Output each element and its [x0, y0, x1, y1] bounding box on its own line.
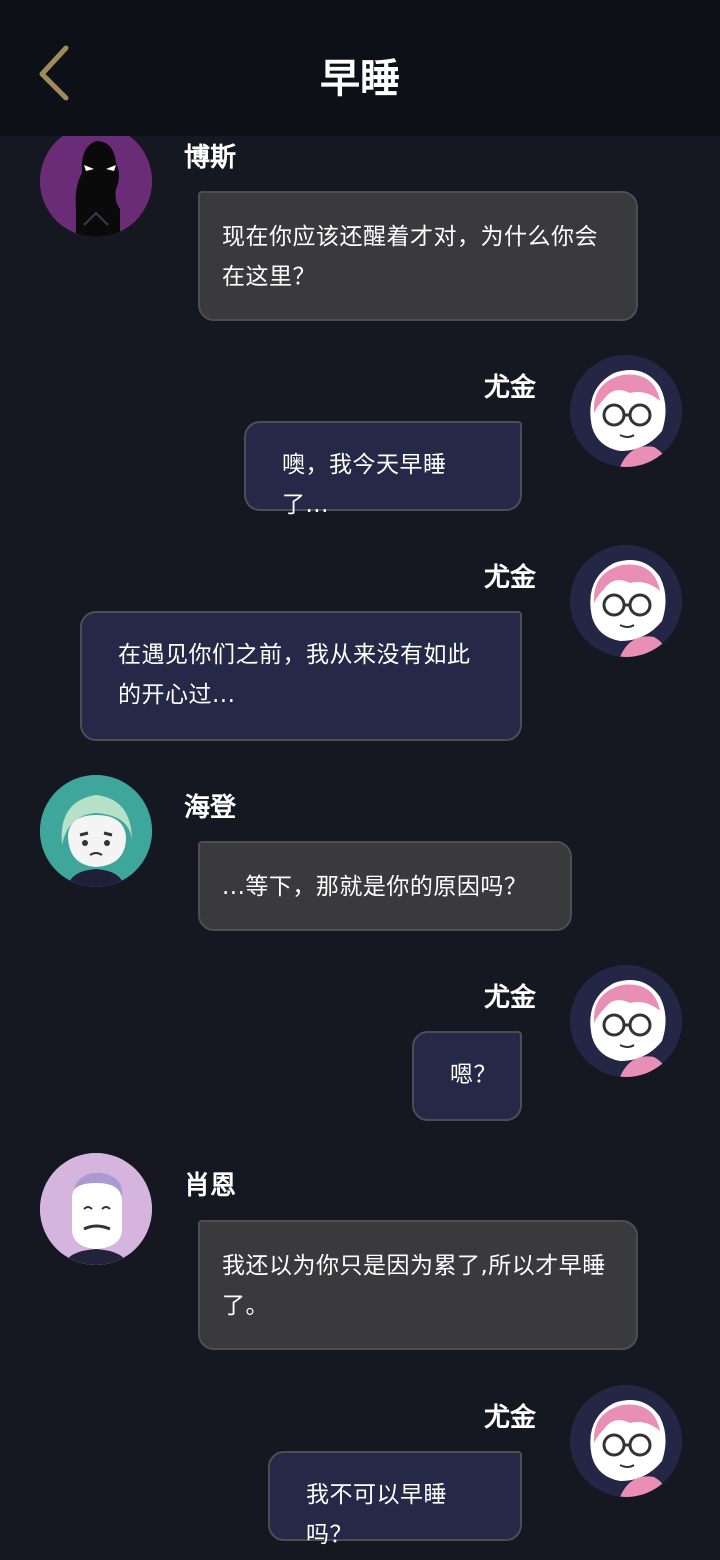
message-bubble[interactable]: ...等下，那就是你的原因吗？ — [198, 841, 572, 931]
chat-screen: 早睡 博斯 现在你应该还醒着才对，为什么你会在这里？ 尤金 噢，我今天早睡了..… — [0, 0, 720, 1560]
header-bar: 早睡 — [0, 0, 720, 136]
silhouette-avatar[interactable] — [40, 125, 152, 237]
sender-name: 尤金 — [483, 983, 536, 1013]
message-bubble[interactable]: 嗯？ — [412, 1031, 522, 1121]
sender-name: 肖恩 — [184, 1171, 237, 1201]
pink-hair-avatar[interactable] — [570, 545, 682, 657]
message-bubble[interactable]: 在遇见你们之前，我从来没有如此的开心过... — [80, 611, 522, 741]
pink-hair-avatar[interactable] — [570, 355, 682, 467]
page-title: 早睡 — [320, 56, 400, 102]
pink-hair-avatar[interactable] — [570, 965, 682, 1077]
message-bubble[interactable]: 现在你应该还醒着才对，为什么你会在这里？ — [198, 191, 638, 321]
purple-man-avatar[interactable] — [40, 1153, 152, 1265]
sender-name: 尤金 — [483, 1403, 536, 1433]
message-bubble[interactable]: 我还以为你只是因为累了,所以才早睡了。 — [198, 1220, 638, 1350]
sender-name: 尤金 — [483, 563, 536, 593]
message-bubble[interactable]: 我不可以早睡吗？ — [268, 1451, 522, 1548]
teal-hair-avatar[interactable] — [40, 775, 152, 887]
message-bubble[interactable]: 噢，我今天早睡了... — [244, 421, 522, 518]
sender-name: 海登 — [184, 793, 237, 823]
sender-name: 尤金 — [483, 373, 536, 403]
sender-name: 博斯 — [184, 143, 237, 173]
pink-hair-avatar[interactable] — [570, 1385, 682, 1497]
